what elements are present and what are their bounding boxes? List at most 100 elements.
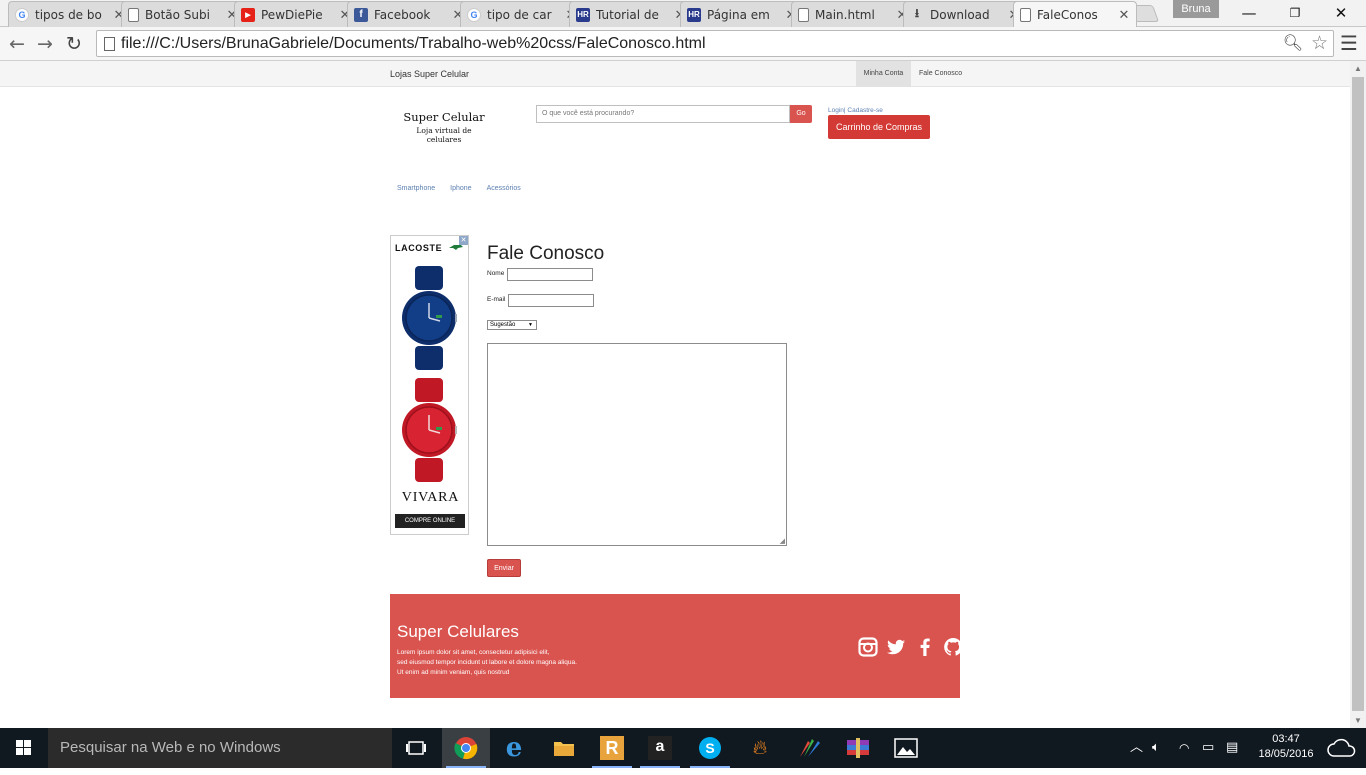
paint-app-icon[interactable] <box>786 728 834 768</box>
file-explorer-icon[interactable] <box>540 728 588 768</box>
cart-button[interactable]: Carrinho de Compras <box>828 115 930 139</box>
flame-app-icon[interactable]: 🔥︎ <box>736 728 784 768</box>
browser-tab[interactable]: Main.html ✕ <box>791 1 915 27</box>
tab-title: Página em <box>707 7 770 22</box>
show-hidden-icons-chevron-icon[interactable]: ︿ <box>1130 728 1143 768</box>
back-arrow-icon[interactable]: ← <box>4 31 30 57</box>
instagram-icon[interactable] <box>858 637 878 657</box>
profile-button[interactable]: Bruna <box>1173 0 1219 18</box>
browser-tab[interactable]: HR Página em ✕ <box>680 1 804 27</box>
facebook-icon[interactable] <box>915 637 935 657</box>
photos-icon[interactable] <box>882 728 930 768</box>
address-bar[interactable]: file:///C:/Users/BrunaGabriele/Documents… <box>96 30 1334 57</box>
email-field[interactable] <box>508 294 594 307</box>
minimize-button[interactable]: — <box>1226 0 1272 26</box>
browser-tab[interactable]: HR Tutorial de ✕ <box>569 1 693 27</box>
category-link-iphone[interactable]: Iphone <box>450 185 471 192</box>
scrollbar-thumb[interactable] <box>1352 77 1364 711</box>
forward-arrow-icon[interactable]: → <box>32 31 58 57</box>
start-button[interactable] <box>0 728 48 768</box>
document-icon <box>1020 7 1031 22</box>
site-brand[interactable]: Lojas Super Celular <box>390 69 469 79</box>
archive-app-icon[interactable] <box>834 728 882 768</box>
onedrive-cloud-icon[interactable] <box>1326 728 1358 768</box>
document-icon <box>798 7 809 22</box>
wifi-icon[interactable]: ◠ <box>1179 728 1189 768</box>
browser-tab[interactable]: Botão Subi ✕ <box>121 1 245 27</box>
ad-close-icon[interactable]: ✕ <box>459 236 468 245</box>
subject-select-value: Sugestão <box>490 322 516 328</box>
chrome-menu-icon[interactable]: ☰ <box>1340 31 1358 55</box>
resize-grip-icon[interactable]: ◢ <box>780 537 785 545</box>
page-scrollbar[interactable]: ▲ ▼ <box>1350 61 1366 728</box>
submit-button[interactable]: Enviar <box>487 559 521 577</box>
twitter-icon[interactable] <box>886 637 906 657</box>
subject-select[interactable]: Sugestão ▼ <box>487 320 537 330</box>
search-input[interactable]: O que você está procurando? <box>536 105 790 123</box>
tab-title: tipos de bo <box>35 7 102 22</box>
windows-taskbar: Pesquisar na Web e no Windows e R a S 🔥︎… <box>0 728 1366 768</box>
advertisement-banner[interactable]: LACOSTE ✕ VIVARA COMPRE ONLINE <box>390 235 469 535</box>
r-app-icon[interactable]: R <box>588 728 636 768</box>
github-icon[interactable] <box>943 637 963 657</box>
browser-tab-strip: G tipos de bo ✕ Botão Subi ✕ ▶ PewDiePie… <box>0 0 1366 27</box>
logo-title: Super Celular <box>403 110 485 124</box>
ad-store-logo: VIVARA <box>401 490 460 505</box>
amazon-icon[interactable]: a <box>636 728 684 768</box>
browser-tab[interactable]: f Facebook ✕ <box>347 1 471 27</box>
taskbar-clock[interactable]: 03:47 18/05/2016 <box>1253 732 1319 762</box>
red-watch-image <box>402 378 457 482</box>
taskbar-search-input[interactable]: Pesquisar na Web e no Windows <box>48 728 392 768</box>
task-view-icon[interactable] <box>392 728 440 768</box>
reload-icon[interactable]: ↻ <box>61 31 87 57</box>
url-text[interactable]: file:///C:/Users/BrunaGabriele/Documents… <box>121 35 706 53</box>
bookmark-star-icon[interactable]: ☆ <box>1311 32 1328 55</box>
volume-icon[interactable]: 🔈︎ <box>1152 728 1160 768</box>
ad-brand-logo: LACOSTE <box>395 243 443 253</box>
tab-title: Tutorial de <box>596 7 659 22</box>
email-label: E-mail <box>487 296 506 303</box>
browser-tab[interactable]: ▶ PewDiePie ✕ <box>234 1 358 27</box>
my-account-link[interactable]: Minha Conta <box>856 61 911 87</box>
chevron-down-icon: ▼ <box>528 322 533 328</box>
footer-text-line: sed eiusmod tempor incidunt ut labore et… <box>397 659 577 666</box>
facebook-icon: f <box>354 7 368 22</box>
action-center-icon[interactable]: ▤ <box>1226 728 1238 768</box>
category-nav: Smartphone Iphone Acessórios <box>397 185 521 192</box>
youtube-icon: ▶ <box>241 7 255 22</box>
message-textarea[interactable]: ◢ <box>487 343 787 546</box>
scroll-up-arrow-icon[interactable]: ▲ <box>1353 64 1363 73</box>
browser-tab-active[interactable]: FaleConos ✕ <box>1013 1 1137 27</box>
battery-icon[interactable]: ▭ <box>1202 728 1214 768</box>
close-tab-icon[interactable]: ✕ <box>1118 7 1130 23</box>
browser-tab[interactable]: ⭳ Download ✕ <box>903 1 1027 27</box>
name-field[interactable] <box>507 268 593 281</box>
browser-tab[interactable]: G tipo de car ✕ <box>460 1 584 27</box>
blue-watch-image <box>402 266 457 370</box>
edge-icon[interactable]: e <box>490 728 538 768</box>
google-icon: G <box>467 7 481 22</box>
footer-title: Super Celulares <box>397 622 519 641</box>
skype-icon[interactable]: S <box>686 728 734 768</box>
close-window-button[interactable]: ✕ <box>1318 0 1364 26</box>
name-label: Nome <box>487 270 505 277</box>
site-logo[interactable]: Super Celular Loja virtual de celulares <box>398 110 490 144</box>
login-register-link[interactable]: Login| Cadastre-se <box>828 107 883 114</box>
search-go-button[interactable]: Go <box>790 105 812 123</box>
footer-text: Lorem ipsum dolor sit amet, consectetur … <box>397 648 627 678</box>
restore-button[interactable]: ❐ <box>1272 0 1318 26</box>
footer-text-line: Ut enim ad minim veniam, quis nostrud <box>397 669 510 676</box>
category-link-acessorios[interactable]: Acessórios <box>487 185 521 192</box>
scroll-down-arrow-icon[interactable]: ▼ <box>1353 716 1363 725</box>
browser-tab[interactable]: G tipos de bo ✕ <box>8 1 132 27</box>
footer-text-line: Lorem ipsum dolor sit amet, consectetur … <box>397 649 550 656</box>
site-topbar: Lojas Super Celular Minha Conta Fale Con… <box>0 61 1350 87</box>
tab-title: Botão Subi <box>145 7 210 22</box>
zoom-icon[interactable]: 🔍︎ <box>1283 33 1303 53</box>
category-link-smartphone[interactable]: Smartphone <box>397 185 435 192</box>
chrome-icon[interactable] <box>442 728 490 768</box>
tab-title: Facebook <box>374 7 431 22</box>
contact-link[interactable]: Fale Conosco <box>919 61 962 87</box>
browser-toolbar: ← → ↻ file:///C:/Users/BrunaGabriele/Doc… <box>0 27 1366 61</box>
ad-cta-button[interactable]: COMPRE ONLINE <box>395 514 465 528</box>
